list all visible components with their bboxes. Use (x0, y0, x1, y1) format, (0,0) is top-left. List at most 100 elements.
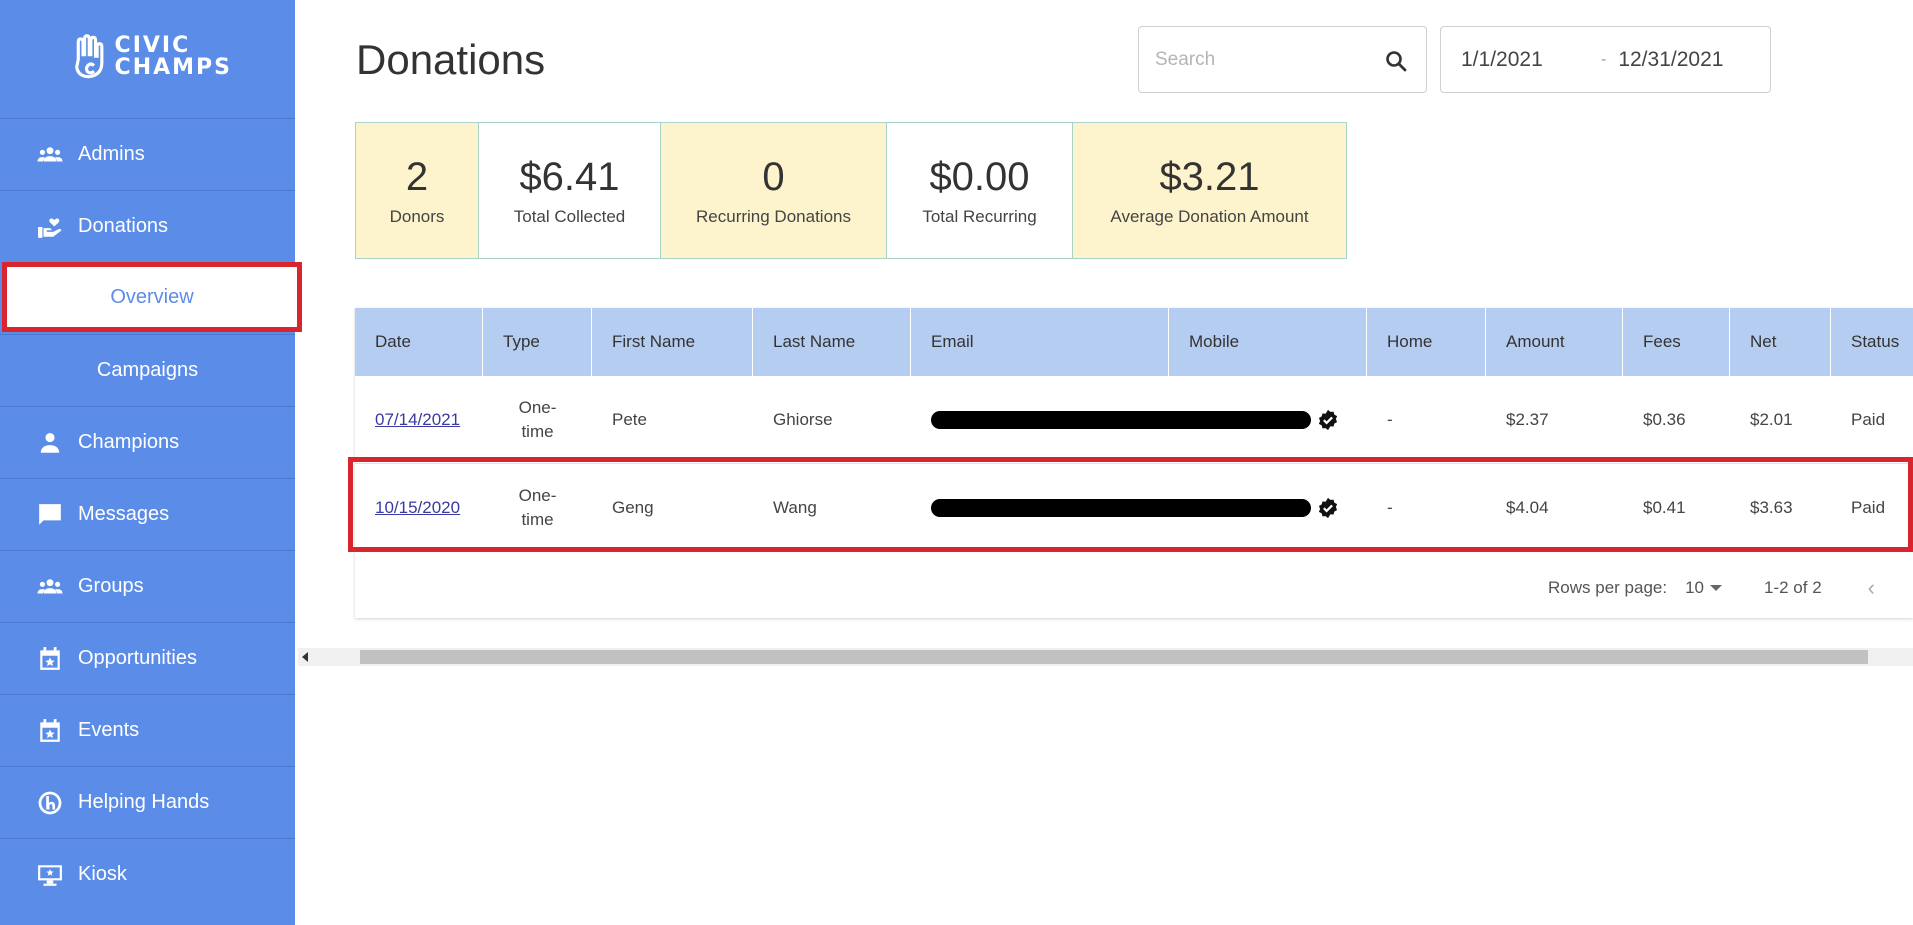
sidebar: CIVIC CHAMPS Admins Donations Overview C… (0, 0, 302, 925)
cell-type: One- time (483, 464, 592, 552)
column-header-email[interactable]: Email (911, 308, 1169, 376)
chevron-left-icon[interactable]: ‹ (1868, 575, 1875, 601)
search-box[interactable] (1138, 26, 1427, 93)
sidebar-item-opportunities[interactable]: Opportunities (0, 622, 295, 694)
stat-value: $3.21 (1159, 154, 1260, 199)
redaction-bar (931, 411, 1311, 429)
sidebar-item-label: Groups (78, 575, 144, 597)
page-title: Donations (356, 36, 546, 83)
sidebar-item-groups[interactable]: Groups (0, 550, 295, 622)
stat-value: 2 (405, 154, 429, 199)
cell-amount: $2.37 (1506, 410, 1549, 429)
donation-hand-icon (36, 213, 64, 241)
column-header-first-name[interactable]: First Name (592, 308, 753, 376)
sidebar-item-label: Overview (110, 285, 194, 308)
type-line2: time (521, 510, 554, 529)
sidebar-item-label: Opportunities (78, 647, 197, 669)
sidebar-item-donations[interactable]: Donations (0, 190, 295, 262)
sidebar-item-kiosk[interactable]: Kiosk (0, 838, 295, 910)
sidebar-item-label: Messages (78, 503, 170, 525)
stat-total-collected: $6.41 Total Collected (479, 123, 661, 258)
verified-check-icon (1318, 497, 1338, 519)
date-link[interactable]: 07/14/2021 (375, 410, 460, 430)
cell-net: $3.63 (1750, 498, 1793, 517)
rows-per-page-select[interactable]: 10 (1685, 578, 1704, 598)
scroll-left-arrow-icon[interactable] (302, 652, 308, 662)
sidebar-item-helping-hands[interactable]: Helping Hands (0, 766, 295, 838)
stat-donors: 2 Donors (356, 123, 479, 258)
cell-status: Paid (1851, 410, 1886, 429)
horizontal-scrollbar[interactable] (298, 648, 1913, 666)
cell-home: - (1387, 498, 1393, 517)
sidebar-item-label: Helping Hands (78, 791, 210, 813)
column-header-net[interactable]: Net (1730, 308, 1831, 376)
cell-date[interactable]: 07/14/2021 (355, 376, 483, 464)
sidebar-item-overview[interactable]: Overview (2, 262, 302, 332)
sidebar-item-admins[interactable]: Admins (0, 118, 295, 190)
donations-table: Date Type First Name Last Name Email Mob… (355, 308, 1913, 618)
date-link[interactable]: 10/15/2020 (375, 498, 460, 518)
type-line1: One- (518, 398, 557, 417)
sidebar-item-label: Admins (78, 143, 145, 165)
stat-recurring-donations: 0 Recurring Donations (661, 123, 887, 258)
cell-first-name: Pete (612, 410, 647, 429)
cell-status: Paid (1851, 498, 1886, 517)
calendar-star-icon (36, 645, 64, 673)
column-header-date[interactable]: Date (355, 308, 483, 376)
search-input[interactable] (1155, 48, 1365, 71)
rows-per-page-label: Rows per page: (1548, 578, 1668, 597)
stat-label: Donors (389, 206, 445, 226)
cell-home: - (1387, 410, 1393, 429)
stat-value: $6.41 (519, 154, 620, 199)
cell-first-name: Geng (612, 498, 654, 517)
sidebar-item-campaigns[interactable]: Campaigns (0, 334, 295, 406)
cell-date[interactable]: 10/15/2020 (355, 464, 483, 552)
sidebar-item-messages[interactable]: Messages (0, 478, 295, 550)
stat-value: 0 (762, 154, 785, 199)
hand-logo-icon (75, 34, 104, 79)
column-header-last-name[interactable]: Last Name (753, 308, 911, 376)
date-end[interactable]: 12/31/2021 (1618, 48, 1723, 72)
stat-average-donation: $3.21 Average Donation Amount (1073, 123, 1346, 258)
date-separator: - (1601, 50, 1607, 68)
chevron-down-icon[interactable] (1710, 585, 1723, 591)
sidebar-item-champions[interactable]: Champions (0, 406, 295, 478)
stat-label: Total Collected (513, 206, 626, 226)
people-icon (36, 573, 64, 601)
helping-hands-icon (36, 789, 64, 817)
date-start[interactable]: 1/1/2021 (1461, 48, 1591, 72)
search-icon[interactable] (1384, 49, 1408, 73)
redaction-bar (931, 499, 1311, 517)
cell-last-name: Wang (773, 498, 817, 517)
cell-net: $2.01 (1750, 410, 1793, 429)
cell-email-redacted (911, 464, 1367, 552)
cell-amount: $4.04 (1506, 498, 1549, 517)
column-header-status[interactable]: Status (1831, 308, 1913, 376)
table-row[interactable]: 10/15/2020 One- time Geng Wang - $4.04 $… (355, 464, 1913, 552)
sidebar-item-label: Champions (78, 431, 180, 453)
table-row[interactable]: 07/14/2021 One- time Pete Ghiorse - $2.3… (355, 376, 1913, 464)
sidebar-item-events[interactable]: Events (0, 694, 295, 766)
column-header-mobile[interactable]: Mobile (1169, 308, 1367, 376)
column-header-fees[interactable]: Fees (1623, 308, 1730, 376)
column-header-home[interactable]: Home (1367, 308, 1486, 376)
scrollbar-thumb[interactable] (360, 650, 1868, 664)
date-range-picker[interactable]: 1/1/2021 - 12/31/2021 (1440, 26, 1771, 93)
stat-label: Average Donation Amount (1110, 206, 1309, 226)
logo-wordmark: CIVIC CHAMPS (115, 35, 232, 79)
verified-check-icon (1318, 409, 1338, 431)
cell-fees: $0.41 (1643, 498, 1686, 517)
stat-value: $0.00 (929, 154, 1030, 199)
logo-line2: CHAMPS (114, 55, 232, 80)
stat-label: Recurring Donations (696, 206, 851, 226)
sidebar-item-label: Donations (78, 215, 169, 237)
pagination-range: 1-2 of 2 (1764, 578, 1822, 597)
people-icon (36, 141, 64, 169)
cell-email-redacted (911, 376, 1367, 464)
kiosk-icon (36, 861, 64, 889)
column-header-type[interactable]: Type (483, 308, 592, 376)
column-header-amount[interactable]: Amount (1486, 308, 1623, 376)
cell-last-name: Ghiorse (773, 410, 833, 429)
civic-champs-logo[interactable]: CIVIC CHAMPS (72, 30, 232, 84)
person-icon (36, 429, 64, 457)
